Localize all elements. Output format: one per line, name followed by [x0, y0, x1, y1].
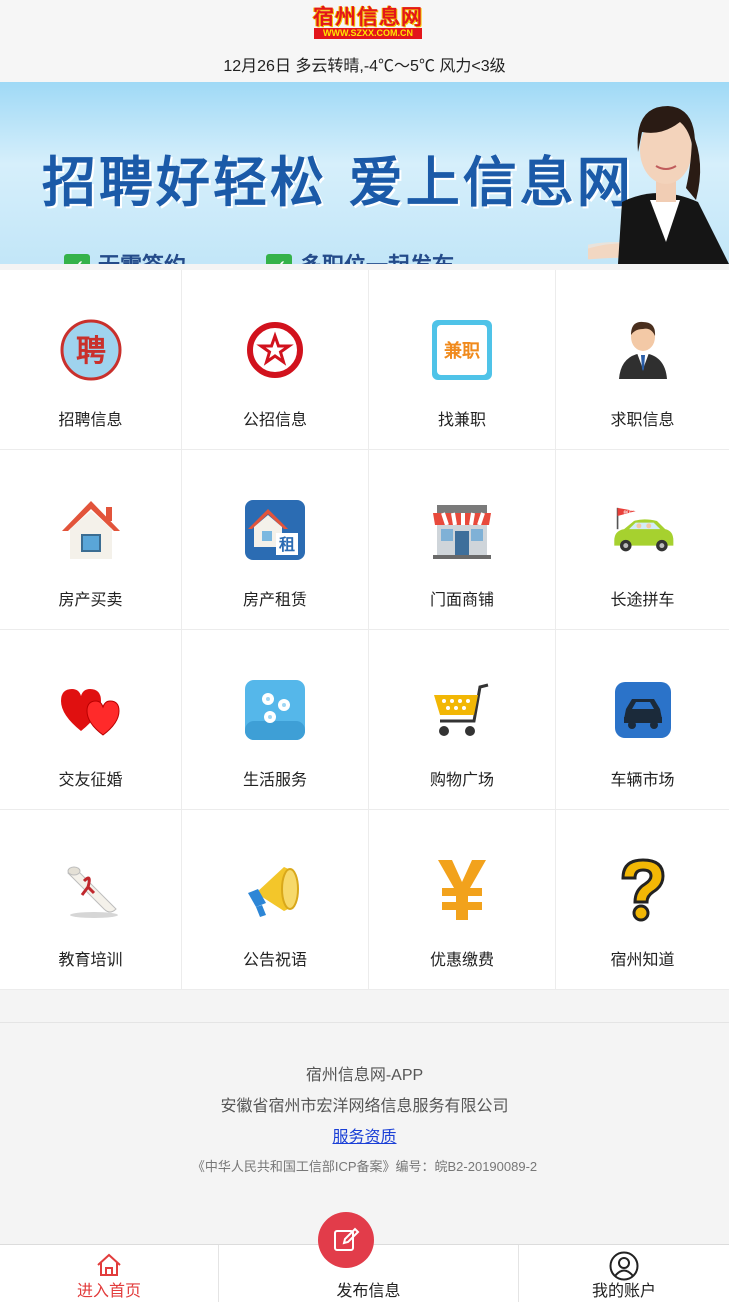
hearts-icon [59, 678, 123, 742]
banner-feature-1: ✓ 无需签约 [64, 248, 186, 264]
grid-item-house-sale[interactable]: 房产买卖 [0, 450, 182, 630]
grid-item-label: 找兼职 [437, 412, 486, 429]
grid-item-label: 公招信息 [242, 412, 307, 429]
grid-item-life-service[interactable]: 生活服务 [182, 630, 369, 810]
recruit-icon: 聘 [59, 318, 123, 382]
app-name: 宿州信息网-APP [305, 1067, 424, 1084]
grid-item-label: 交友征婚 [58, 772, 123, 789]
grid-item-dating[interactable]: 交友征婚 [0, 630, 182, 810]
life-service-icon [243, 678, 307, 742]
grid-item-label: 优惠缴费 [429, 952, 494, 969]
header: 宿州信息网 WWW.SZXX.COM.CN 12月26日 多云转晴,-4℃～5℃… [0, 0, 729, 82]
house-rent-icon: 租 [243, 498, 307, 562]
logo-text: 宿州信息网 [313, 4, 423, 29]
check-icon: ✓ [64, 254, 90, 264]
public-recruit-icon [243, 318, 307, 382]
banner[interactable]: 招聘好轻松 爱上信息网 ✓ 无需签约 ✓ 多职位一起发布 [0, 82, 729, 264]
house-icon [59, 498, 123, 562]
svg-text:兼职: 兼职 [444, 340, 480, 362]
weather-info: 12月26日 多云转晴,-4℃～5℃ 风力<3级 [223, 58, 506, 75]
logo-url: WWW.SZXX.COM.CN [314, 28, 422, 39]
footer-info: 宿州信息网-APP 安徽省宿州市宏洋网络信息服务有限公司 服务资质 《中华人民共… [0, 1022, 729, 1244]
grid-item-education[interactable]: 教育培训 [0, 810, 182, 990]
app-page: 宿州信息网 WWW.SZXX.COM.CN 12月26日 多云转晴,-4℃～5℃… [0, 0, 729, 1302]
shopping-cart-icon [430, 678, 494, 742]
grid-item-label: 教育培训 [58, 952, 123, 969]
grid-item-label: 宿州知道 [610, 952, 675, 969]
tab-post-label: 发布信息 [336, 1283, 401, 1300]
grid-item-car-market[interactable]: 车辆市场 [556, 630, 729, 810]
post-button[interactable] [318, 1212, 374, 1268]
tab-account[interactable]: 我的账户 [519, 1245, 729, 1302]
site-logo[interactable]: 宿州信息网 WWW.SZXX.COM.CN [310, 6, 426, 40]
grid-item-label: 长途拼车 [610, 592, 675, 609]
svg-text:聘: 聘 [76, 334, 106, 369]
grid-item-label: 招聘信息 [58, 412, 123, 429]
grid-item-carpool[interactable]: 拼车 长途拼车 [556, 450, 729, 630]
grid-item-label: 生活服务 [242, 772, 307, 789]
banner-person-illustration [588, 106, 729, 264]
grid-item-label: 车辆市场 [610, 772, 675, 789]
grid-item-label: 购物广场 [429, 772, 494, 789]
diploma-icon [59, 858, 123, 922]
grid-item-public-recruit[interactable]: 公招信息 [182, 270, 369, 450]
category-grid: 聘 招聘信息 公招信息 兼职 找兼职 求职信息 房产买卖 租 房产租赁 门面商铺… [0, 270, 729, 990]
svg-text:拼车: 拼车 [623, 509, 633, 516]
banner-feature-2-text: 多职位一起发布 [300, 254, 454, 264]
tab-home[interactable]: 进入首页 [0, 1245, 219, 1302]
tab-account-label: 我的账户 [591, 1283, 656, 1300]
banner-feature-1-text: 无需签约 [98, 254, 186, 264]
grid-item-shopping[interactable]: 购物广场 [369, 630, 556, 810]
grid-item-announcement[interactable]: 公告祝语 [182, 810, 369, 990]
storefront-icon [430, 498, 494, 562]
tab-home-label: 进入首页 [76, 1283, 141, 1300]
grid-item-suzhou-know[interactable]: 宿州知道 [556, 810, 729, 990]
grid-item-payment[interactable]: 优惠缴费 [369, 810, 556, 990]
grid-item-label: 求职信息 [610, 412, 675, 429]
grid-item-label: 公告祝语 [242, 952, 307, 969]
grid-item-house-rent[interactable]: 租 房产租赁 [182, 450, 369, 630]
home-icon [97, 1253, 121, 1276]
grid-item-recruit[interactable]: 聘 招聘信息 [0, 270, 182, 450]
banner-feature-2: ✓ 多职位一起发布 [266, 248, 454, 264]
carpool-icon: 拼车 [611, 498, 675, 562]
grid-item-label: 房产租赁 [242, 592, 307, 609]
question-icon [611, 858, 675, 922]
yen-icon [430, 858, 494, 922]
edit-icon [334, 1227, 360, 1251]
grid-item-job-seeker[interactable]: 求职信息 [556, 270, 729, 450]
part-time-icon: 兼职 [430, 318, 494, 382]
svg-text:租: 租 [279, 535, 295, 554]
car-icon [611, 678, 675, 742]
grid-item-storefront[interactable]: 门面商铺 [369, 450, 556, 630]
company-name: 安徽省宿州市宏洋网络信息服务有限公司 [220, 1098, 509, 1115]
grid-item-label: 门面商铺 [429, 592, 494, 609]
icp-record: 《中华人民共和国工信部ICP备案》编号：皖B2-20190089-2 [191, 1159, 538, 1174]
grid-item-part-time[interactable]: 兼职 找兼职 [369, 270, 556, 450]
grid-item-label: 房产买卖 [58, 592, 123, 609]
service-qualification-link[interactable]: 服务资质 [0, 1123, 729, 1147]
check-icon: ✓ [266, 254, 292, 264]
megaphone-icon [243, 858, 307, 922]
banner-title: 招聘好轻松 爱上信息网 [42, 151, 634, 214]
job-seeker-icon [611, 318, 675, 382]
